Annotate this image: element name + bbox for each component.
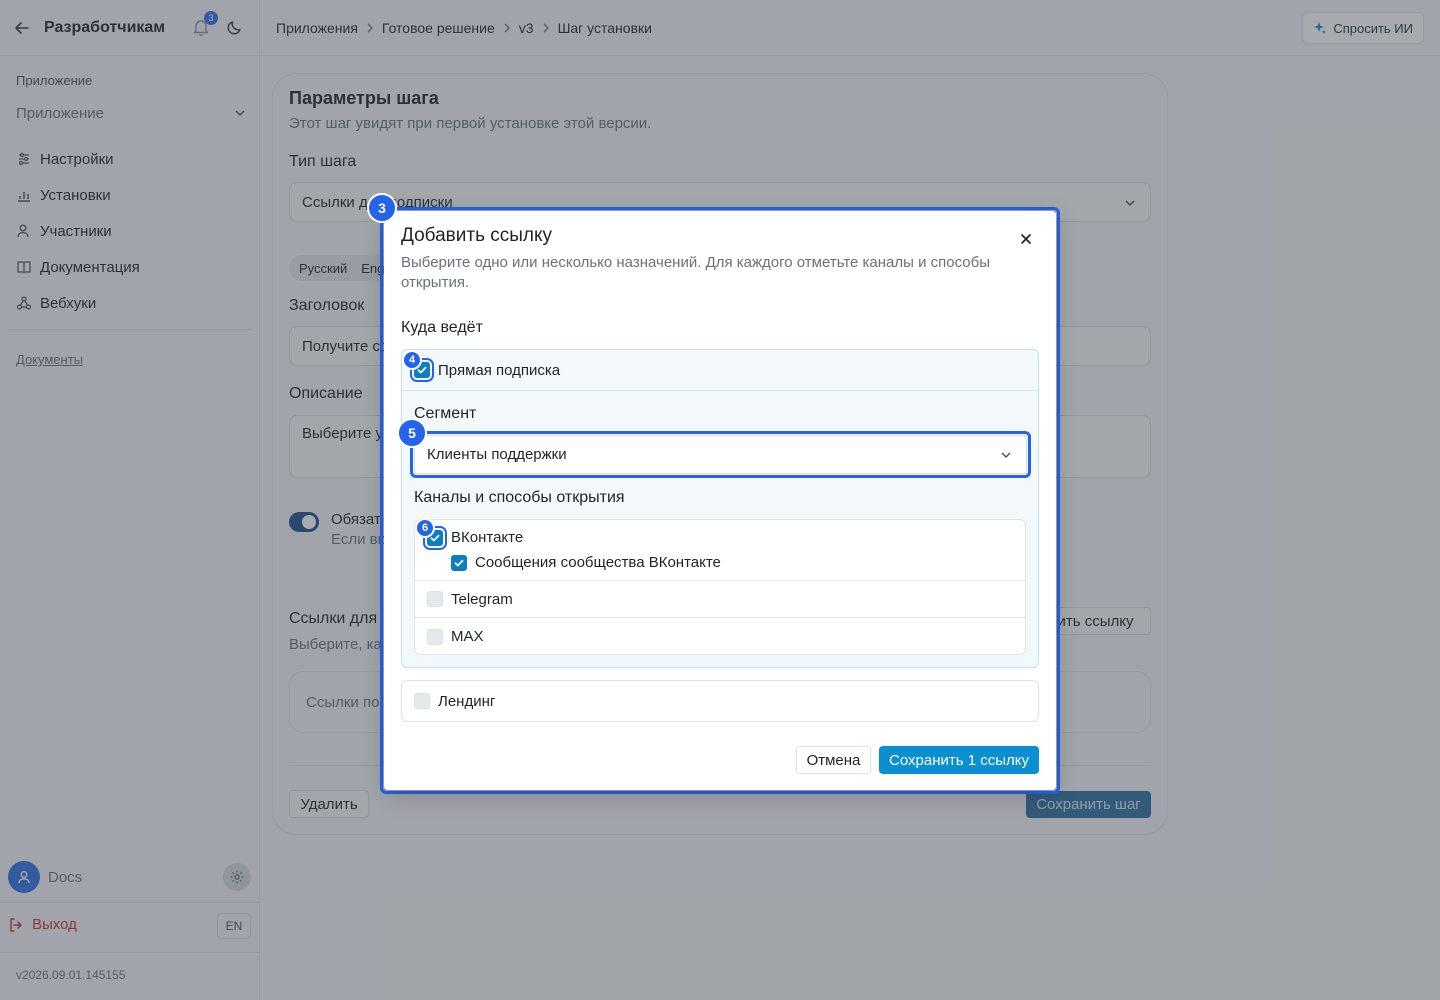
step-marker: 3 [367, 193, 397, 223]
segment-label: Сегмент [414, 405, 477, 422]
step-marker: 5 [397, 418, 427, 448]
add-link-dialog: Добавить ссылку Выберите одно или нескол… [384, 211, 1056, 790]
channel-vk: ВКонтакте Сообщения сообщества ВКонтакте [415, 520, 1025, 581]
close-icon[interactable] [1018, 231, 1034, 247]
chevron-down-icon [1001, 452, 1011, 458]
channel-max-option[interactable]: MAX [415, 618, 1025, 655]
landing-option[interactable]: Лендинг [401, 680, 1039, 722]
save-link-button[interactable]: Сохранить 1 ссылку [879, 746, 1039, 774]
check-icon [454, 559, 464, 566]
channel-vk-messages-option[interactable]: Сообщения сообщества ВКонтакте [427, 554, 721, 571]
channel-vk-messages-checkbox[interactable] [451, 554, 467, 571]
segment-value: Клиенты поддержки [427, 446, 567, 463]
landing-label: Лендинг [438, 692, 496, 710]
channel-telegram-option[interactable]: Telegram [415, 581, 1025, 618]
step-marker: 6 [415, 518, 435, 538]
destination-label: Куда ведёт [401, 319, 483, 336]
channels-list: ВКонтакте Сообщения сообщества ВКонтакте… [414, 519, 1026, 655]
direct-subscription-section: Прямая подписка Сегмент Клиенты поддержк… [401, 349, 1039, 668]
direct-subscription-label: Прямая подписка [438, 361, 561, 379]
landing-checkbox[interactable] [414, 693, 430, 709]
dialog-title: Добавить ссылку [401, 225, 553, 246]
channel-max-label: MAX [451, 628, 484, 645]
channels-label: Каналы и способы открытия [414, 489, 625, 506]
channel-max-checkbox[interactable] [427, 628, 443, 645]
cancel-button[interactable]: Отмена [796, 746, 871, 774]
channel-telegram-checkbox[interactable] [427, 591, 443, 607]
channel-telegram-label: Telegram [451, 590, 513, 608]
dialog-description: Выберите одно или несколько назначений. … [401, 254, 990, 291]
direct-subscription-option[interactable]: Прямая подписка [402, 350, 1038, 391]
channel-vk-option[interactable]: ВКонтакте [423, 525, 524, 550]
step-marker: 4 [402, 350, 422, 370]
channel-vk-messages-label: Сообщения сообщества ВКонтакте [475, 554, 721, 571]
segment-select[interactable]: Клиенты поддержки [414, 435, 1027, 474]
channel-vk-label: ВКонтакте [451, 529, 524, 546]
